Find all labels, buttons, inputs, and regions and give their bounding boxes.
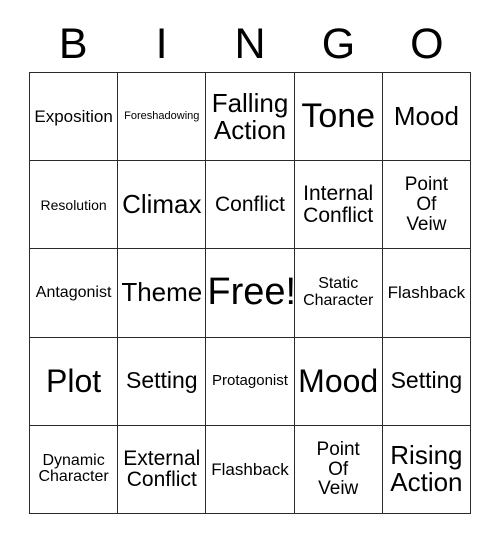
bingo-cell-label: Setting [125,367,198,394]
bingo-cell-r4c2[interactable]: Setting [118,337,207,426]
bingo-cell-r3c2[interactable]: Theme [118,249,207,338]
bingo-cell-r4c3[interactable]: Protagonist [206,337,295,426]
bingo-cell-r1c2[interactable]: Foreshadowing [118,73,207,162]
bingo-cell-label: Antagonist [35,283,112,301]
bingo-cell-label: Flashback [387,283,466,303]
bingo-cell-label: Climax [122,189,202,220]
bingo-grid: Exposition Foreshadowing Falling Action Ton… [29,72,471,514]
bingo-cell-label: Plot [46,362,102,399]
bingo-cell-label: Setting [390,367,463,394]
bingo-header-letter-5: O [410,19,444,68]
bingo-cell-r5c1[interactable]: Dynamic Character [30,425,119,514]
bingo-cell-r5c4[interactable]: Point Of Veiw [294,425,383,514]
bingo-cell-r4c5[interactable]: Setting [382,337,471,426]
bingo-cell-r1c4[interactable]: Tone [294,73,383,162]
bingo-cell-label: Internal Conflict [303,181,374,227]
bingo-cell-label: Protagonist [212,372,288,390]
bingo-cell-r5c3[interactable]: Flashback [206,425,295,514]
bingo-cell-label: Falling Action [211,87,289,145]
bingo-cell-r3c5[interactable]: Flashback [382,249,471,338]
bingo-cell-label: Flashback [211,459,289,479]
bingo-cell-label: Tone [301,96,376,135]
bingo-cell-r4c4[interactable]: Mood [294,337,383,426]
bingo-header-row: BINGO [29,16,471,72]
bingo-cell-label: Resolution [40,196,107,213]
bingo-cell-r2c2[interactable]: Climax [118,161,207,250]
bingo-cell-r3c3[interactable]: Free! [206,249,295,338]
bingo-cell-label: Exposition [34,106,113,126]
bingo-cell-label: Conflict [214,192,285,216]
bingo-cell-r2c5[interactable]: Point Of Veiw [382,161,471,250]
bingo-cell-label: Mood [393,101,459,132]
bingo-cell-label: External Conflict [123,446,201,492]
bingo-cell-label: Rising Action [390,440,463,498]
bingo-cell-r1c3[interactable]: Falling Action [206,73,295,162]
bingo-cell-r1c5[interactable]: Mood [382,73,471,162]
bingo-cell-r3c4[interactable]: Static Character [294,249,383,338]
bingo-cell-r2c4[interactable]: Internal Conflict [294,161,383,250]
bingo-cell-r4c1[interactable]: Plot [30,337,119,426]
bingo-cell-label: Theme [121,277,203,308]
bingo-cell-label: Point Of Veiw [404,174,449,235]
bingo-card: B I N G O Exposition Foreshadowing Falling Act… [0,0,500,544]
bingo-cell-r1c1[interactable]: Exposition [30,73,119,162]
bingo-cell-r5c5[interactable]: Rising Action [382,425,471,514]
bingo-cell-label: Mood [298,362,379,399]
bingo-cell-r2c1[interactable]: Resolution [30,161,119,250]
bingo-header-letter-1: B [58,19,88,68]
bingo-cell-label: Dynamic Character [38,451,109,486]
bingo-cell-label: Foreshadowing [124,109,200,122]
bingo-cell-label: Point Of Veiw [316,438,360,500]
bingo-header-letter-3: N [234,19,266,68]
bingo-header-letter-2: I [155,19,168,68]
bingo-cell-label: Static Character [303,275,374,309]
bingo-header-letter-4: G [321,19,356,68]
bingo-cell-r3c1[interactable]: Antagonist [30,249,119,338]
bingo-cell-label: Free! [207,271,295,314]
bingo-cell-r5c2[interactable]: External Conflict [118,425,207,514]
bingo-cell-r2c3[interactable]: Conflict [206,161,295,250]
